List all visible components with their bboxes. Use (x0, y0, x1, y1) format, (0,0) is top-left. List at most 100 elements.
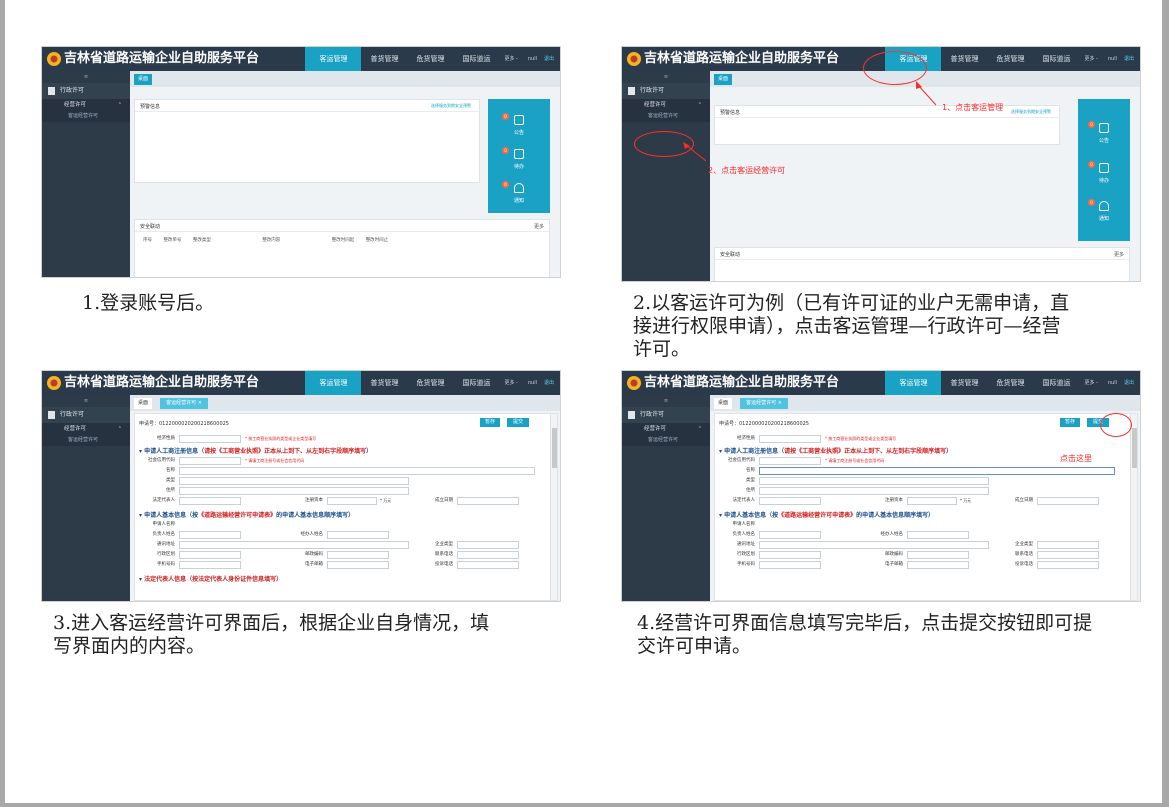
nav-international[interactable]: 国际道运 (1033, 47, 1079, 71)
pencil-icon[interactable] (1099, 163, 1109, 173)
owner-input[interactable] (179, 531, 241, 539)
tab-home[interactable]: 桌面 (714, 74, 732, 85)
region-input[interactable] (759, 551, 821, 559)
form-scrollbar[interactable] (550, 414, 557, 600)
sidebar-toggle[interactable]: ≡ (622, 395, 710, 407)
nav-passenger[interactable]: 客运管理 (885, 371, 942, 395)
scroll-thumb[interactable] (1132, 428, 1137, 468)
logout-link[interactable]: 退出 (1122, 371, 1140, 395)
founded-date-input[interactable] (1037, 497, 1099, 505)
warning-link[interactable]: 选择服务到期安全预警 (431, 103, 471, 109)
tab-passenger-license[interactable]: 客运经营许可 × (740, 398, 788, 409)
nav-more[interactable]: 更多 - (499, 371, 522, 395)
nav-dangerous[interactable]: 危货管理 (987, 371, 1033, 395)
bell-icon[interactable] (514, 183, 524, 193)
form-scrollbar[interactable] (1130, 414, 1137, 600)
comm-address-input[interactable] (759, 541, 989, 549)
logout-link[interactable]: 退出 (542, 47, 560, 71)
save-button[interactable]: 暂存 (1060, 418, 1080, 427)
notice-icon[interactable] (1099, 123, 1109, 133)
warning-link[interactable]: 选择服务到期安全预警 (1011, 109, 1051, 115)
agent-input[interactable] (907, 531, 969, 539)
type-input[interactable] (179, 477, 409, 485)
sidebar-item-passenger-license[interactable]: 客运经营许可 (622, 435, 710, 446)
nav-dangerous[interactable]: 危货管理 (407, 371, 453, 395)
mobile-input[interactable] (179, 561, 241, 569)
safety-more-link[interactable]: 更多 (534, 223, 544, 230)
legal-rep-input[interactable] (179, 497, 241, 505)
tab-passenger-license[interactable]: 客运经营许可 × (160, 398, 208, 409)
nav-international[interactable]: 国际道运 (453, 371, 499, 395)
nav-freight[interactable]: 普货管理 (361, 47, 407, 71)
nav-freight[interactable]: 普货管理 (941, 47, 987, 71)
nav-passenger[interactable]: 客运管理 (305, 371, 362, 395)
nav-more[interactable]: 更多 - (1079, 371, 1102, 395)
mobile-input[interactable] (759, 561, 821, 569)
enterprise-type-select[interactable] (457, 541, 519, 549)
capital-input[interactable] (327, 497, 377, 505)
phone-input[interactable] (1037, 551, 1099, 559)
founded-date-input[interactable] (457, 497, 519, 505)
economic-type-input[interactable] (179, 435, 241, 443)
tab-home[interactable]: 桌面 (134, 74, 152, 85)
bell-icon[interactable] (1099, 201, 1109, 211)
address-input[interactable] (179, 487, 409, 495)
email-input[interactable] (907, 561, 969, 569)
nav-international[interactable]: 国际道运 (1033, 371, 1079, 395)
enterprise-type-select[interactable] (1037, 541, 1099, 549)
sidebar-item-license[interactable]: 经营许可 ⌃ (622, 99, 710, 111)
pencil-icon[interactable] (514, 149, 524, 159)
capital-unit: * 万元 (380, 498, 392, 503)
sidebar-section[interactable]: 行政许可 (622, 83, 710, 99)
comm-address-input[interactable] (179, 541, 409, 549)
sidebar-toggle[interactable]: ≡ (42, 395, 130, 407)
section-emphasis: 请按《工商营业执照》正本从上到下、从左到右字段顺序填写 (784, 448, 947, 455)
sidebar-toggle[interactable]: ≡ (622, 71, 710, 83)
legal-rep-input[interactable] (759, 497, 821, 505)
notice-icon[interactable] (514, 115, 524, 125)
tab-home[interactable]: 桌面 (714, 398, 732, 409)
nav-more[interactable]: 更多 - (1079, 47, 1102, 71)
sidebar-item-license[interactable]: 经营许可 ⌃ (42, 99, 130, 111)
sidebar-section[interactable]: 行政许可 (42, 407, 130, 423)
owner-input[interactable] (759, 531, 821, 539)
nav-international[interactable]: 国际道运 (453, 47, 499, 71)
type-input[interactable] (759, 477, 989, 485)
sidebar-item-passenger-license[interactable]: 客运经营许可 (42, 435, 130, 446)
nav-more[interactable]: 更多 - (499, 47, 522, 71)
name-input[interactable] (759, 467, 1115, 475)
nav-freight[interactable]: 普货管理 (361, 371, 407, 395)
agent-input[interactable] (327, 531, 389, 539)
phone-input[interactable] (457, 551, 519, 559)
sidebar-section[interactable]: 行政许可 (42, 83, 130, 99)
credit-code-input[interactable] (759, 457, 821, 465)
sidebar-section[interactable]: 行政许可 (622, 407, 710, 423)
capital-input[interactable] (907, 497, 957, 505)
logout-link[interactable]: 退出 (1122, 47, 1140, 71)
complaint-phone-input[interactable] (1037, 561, 1099, 569)
credit-code-input[interactable] (179, 457, 241, 465)
email-input[interactable] (327, 561, 389, 569)
nav-freight[interactable]: 普货管理 (941, 371, 987, 395)
name-input[interactable] (179, 467, 535, 475)
nav-passenger[interactable]: 客运管理 (305, 47, 362, 71)
tab-home[interactable]: 桌面 (134, 398, 152, 409)
nav-dangerous[interactable]: 危货管理 (407, 47, 453, 71)
region-input[interactable] (179, 551, 241, 559)
sidebar-item-license[interactable]: 经营许可 ⌃ (42, 423, 130, 435)
postal-input[interactable] (907, 551, 969, 559)
complaint-phone-input[interactable] (457, 561, 519, 569)
logout-link[interactable]: 退出 (542, 371, 560, 395)
sidebar-item-license[interactable]: 经营许可 ⌃ (622, 423, 710, 435)
submit-button[interactable]: 提交 (507, 418, 529, 427)
sidebar-toggle[interactable]: ≡ (42, 71, 130, 83)
save-button[interactable]: 暂存 (480, 418, 500, 427)
postal-input[interactable] (327, 551, 389, 559)
sidebar-item-passenger-license[interactable]: 客运经营许可 (622, 111, 710, 122)
safety-more-link[interactable]: 更多 (1114, 251, 1124, 258)
nav-dangerous[interactable]: 危货管理 (987, 47, 1033, 71)
sidebar-item-passenger-license[interactable]: 客运经营许可 (42, 111, 130, 122)
economic-type-input[interactable] (759, 435, 821, 443)
address-input[interactable] (759, 487, 989, 495)
scroll-thumb[interactable] (552, 428, 557, 468)
